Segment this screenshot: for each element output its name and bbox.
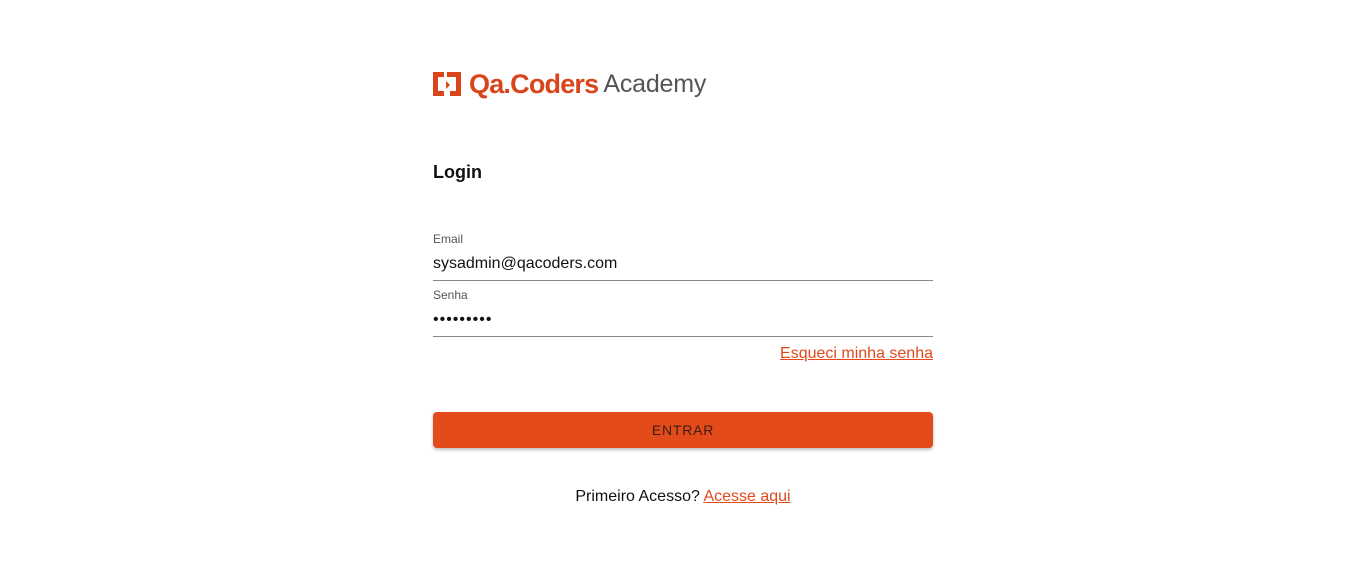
first-access-text: Primeiro Acesso? <box>575 488 700 505</box>
password-label: Senha <box>433 288 468 302</box>
forgot-password-link[interactable]: Esqueci minha senha <box>780 345 933 363</box>
first-access-link[interactable]: Acesse aqui <box>703 488 790 505</box>
password-field: Senha <box>433 288 933 337</box>
password-input[interactable] <box>433 308 933 332</box>
email-label: Email <box>433 232 464 246</box>
first-access-row: Primeiro Acesso? Acesse aqui <box>433 488 933 506</box>
login-button[interactable]: ENTRAR <box>433 412 933 448</box>
email-input[interactable] <box>433 252 933 276</box>
email-field: Email <box>433 232 933 281</box>
brand-name: Qa.Coders <box>469 69 599 99</box>
page-title: Login <box>433 162 482 182</box>
brand-logo: Qa.Coders Academy <box>433 68 706 100</box>
qa-coders-logo-icon <box>433 72 461 96</box>
brand-suffix: Academy <box>603 70 707 98</box>
login-container: Qa.Coders Academy Login Email Senha Esqu… <box>433 0 933 581</box>
